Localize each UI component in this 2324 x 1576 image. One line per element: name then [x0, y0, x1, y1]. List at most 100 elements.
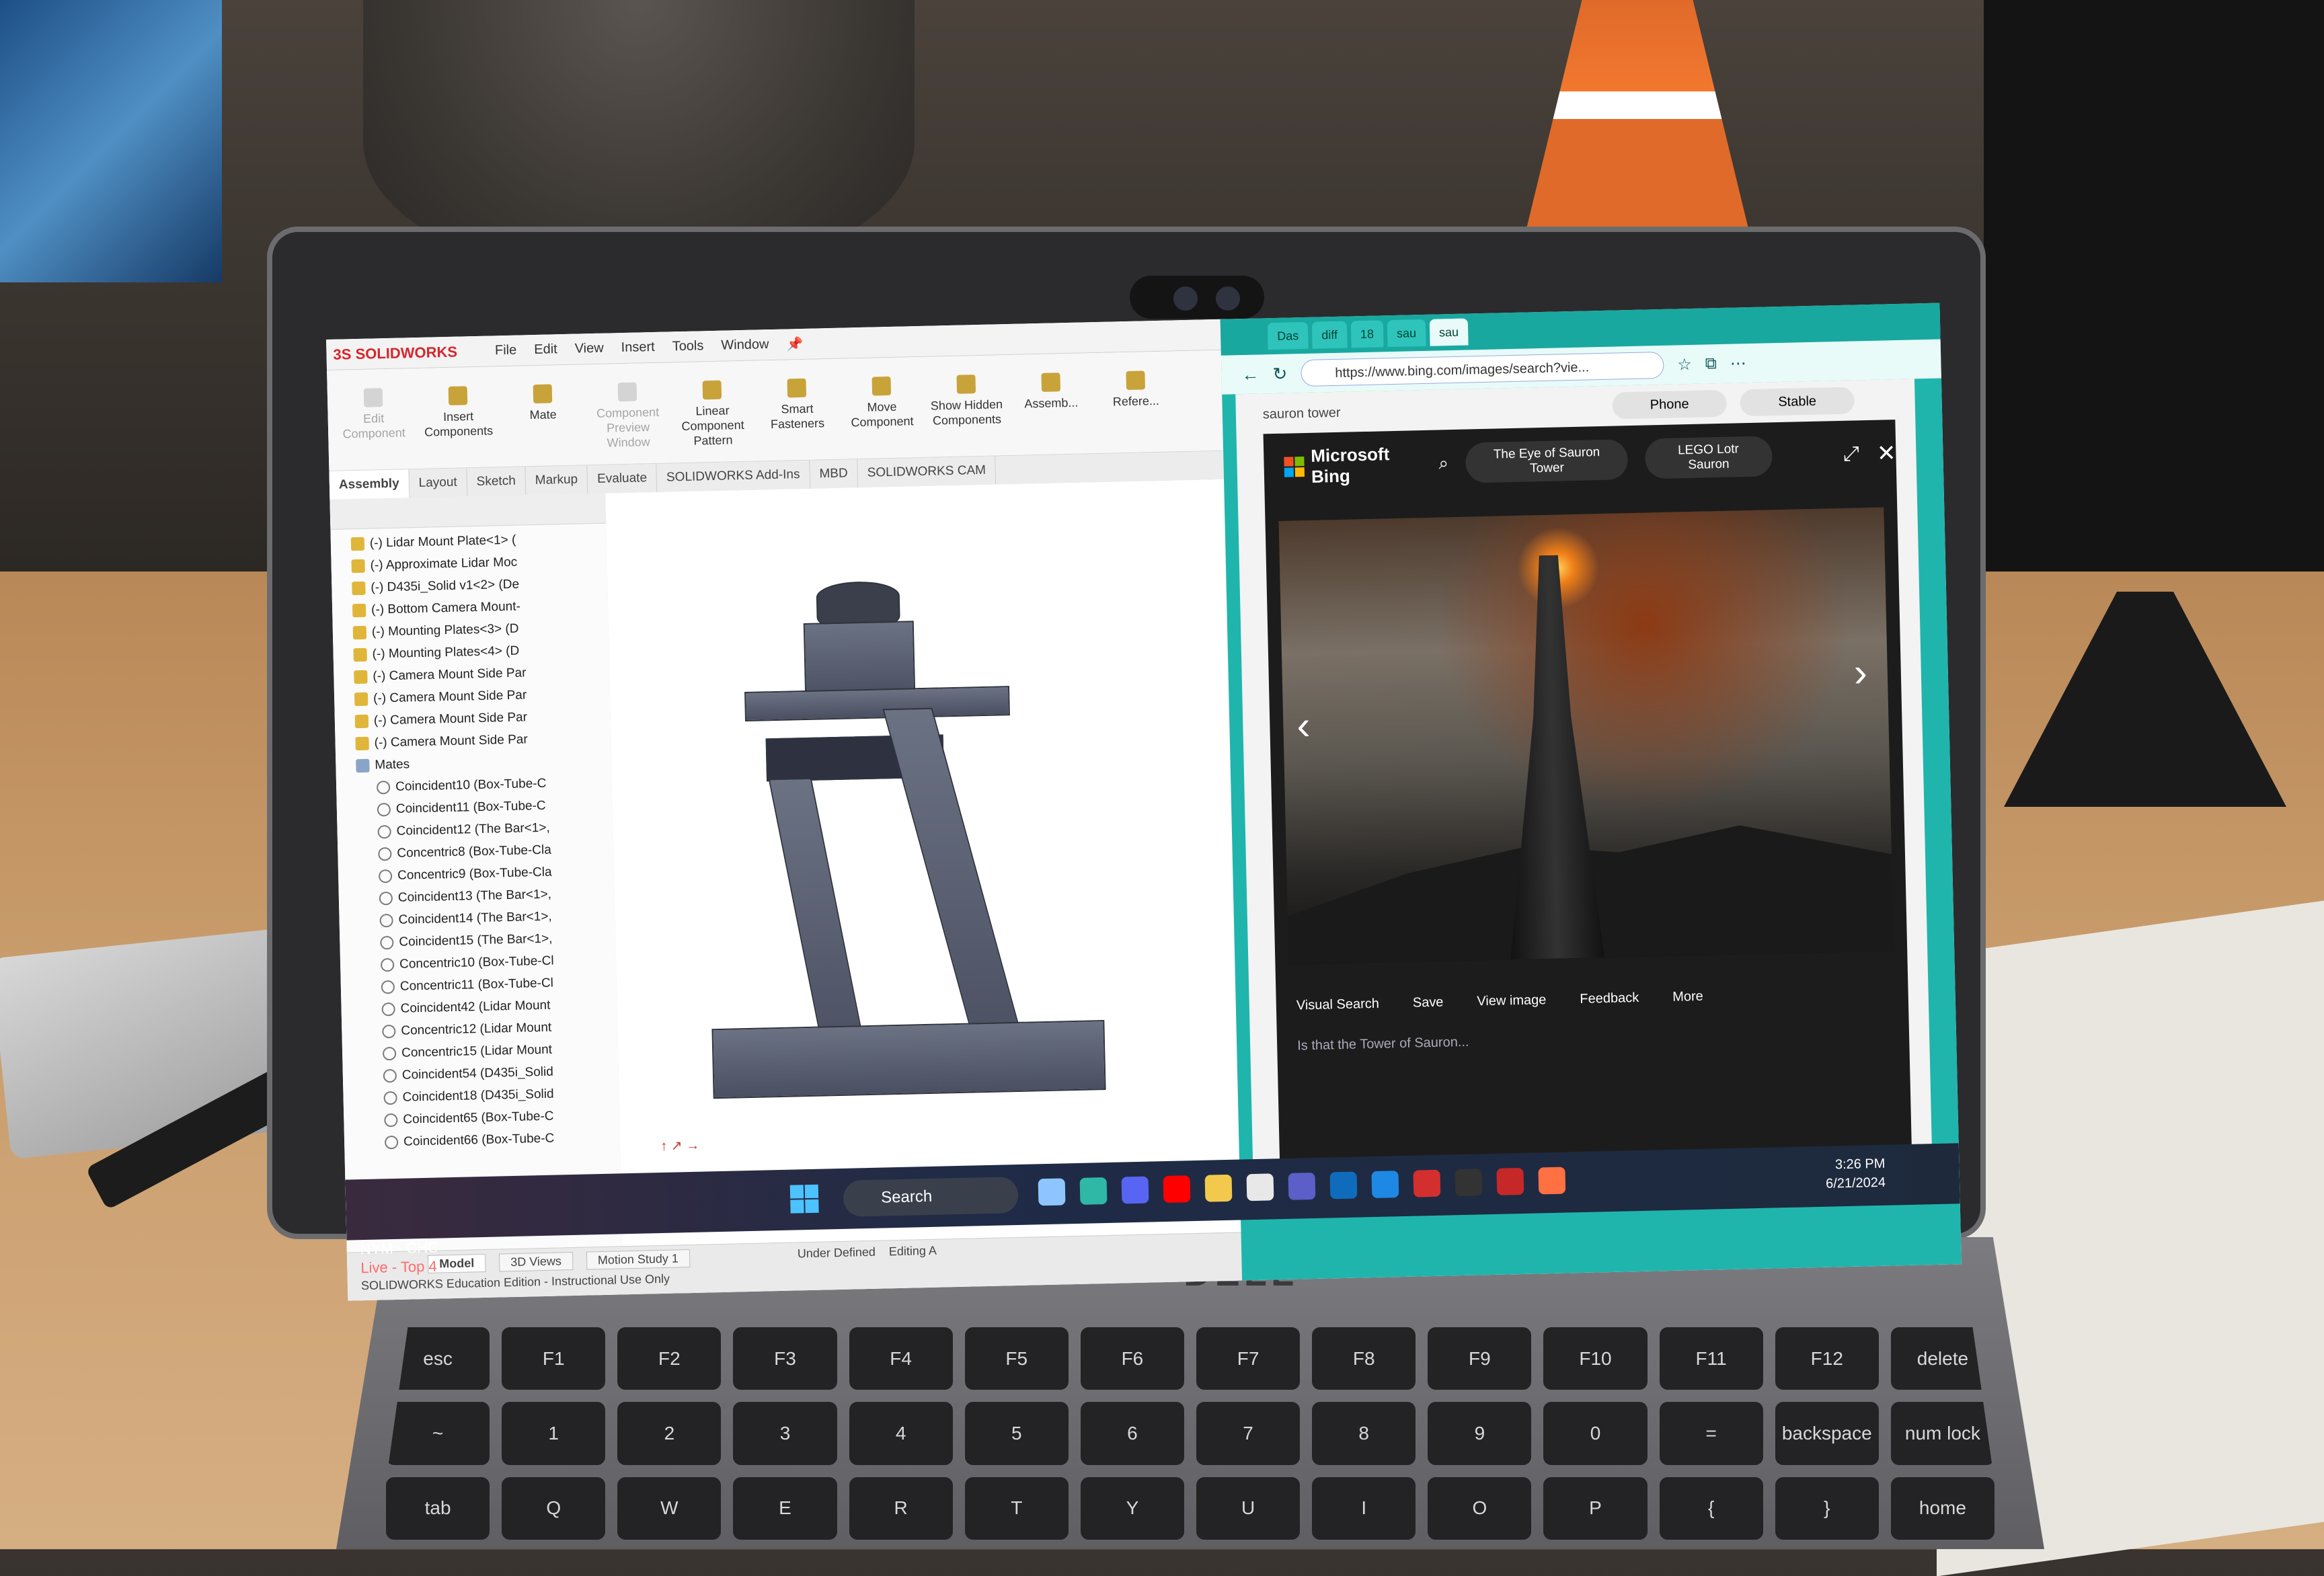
- ribbon-button[interactable]: Mate: [502, 383, 585, 467]
- search-icon[interactable]: ⌕: [1438, 452, 1448, 474]
- menu-tools[interactable]: Tools: [672, 338, 703, 354]
- tab-command-manager[interactable]: SOLIDWORKS CAM: [857, 456, 997, 488]
- tab-command-manager[interactable]: Assembly: [329, 469, 410, 500]
- graphics-area[interactable]: ↑ ↗ →: [605, 479, 1241, 1247]
- tab-command-manager[interactable]: Markup: [525, 465, 588, 496]
- more-button[interactable]: More: [1672, 989, 1703, 1005]
- taskbar-search[interactable]: Search: [843, 1176, 1019, 1217]
- youtube-icon[interactable]: [1163, 1175, 1191, 1204]
- taskbar-clock[interactable]: 3:26 PM 6/21/2024: [1825, 1154, 1886, 1193]
- menu-edit[interactable]: Edit: [534, 342, 557, 358]
- keyboard-key: 5: [964, 1402, 1069, 1465]
- favorite-star-icon[interactable]: ☆: [1677, 354, 1692, 374]
- related-chip-eye[interactable]: The Eye of Sauron Tower: [1465, 439, 1629, 483]
- app-icon-2[interactable]: [1538, 1167, 1566, 1195]
- pin-icon[interactable]: 📌: [786, 336, 803, 353]
- menu-window[interactable]: Window: [721, 337, 769, 354]
- sauron-tower-image[interactable]: [1278, 507, 1894, 965]
- browser-tab[interactable]: 18: [1350, 320, 1384, 348]
- menu-insert[interactable]: Insert: [621, 340, 655, 356]
- windows-start-icon[interactable]: [789, 1184, 821, 1216]
- chevron-right-icon[interactable]: ›: [1853, 649, 1868, 695]
- calendar-icon[interactable]: [1246, 1173, 1274, 1201]
- ribbon-button[interactable]: Insert Components: [418, 385, 500, 469]
- tab-command-manager[interactable]: Evaluate: [587, 463, 658, 494]
- ribbon-button[interactable]: Show Hidden Components: [925, 374, 1008, 457]
- feedback-button[interactable]: Feedback: [1580, 990, 1639, 1007]
- keyboard-key: 3: [733, 1402, 837, 1465]
- tree-item-label: (-) Mounting Plates<4> (D: [372, 643, 520, 662]
- ribbon-button[interactable]: Component Preview Window: [587, 382, 670, 465]
- more-icon[interactable]: ⋯: [1730, 354, 1746, 374]
- ribbon-button[interactable]: Refere...: [1095, 370, 1177, 453]
- teams-icon[interactable]: [1288, 1172, 1316, 1200]
- browser-tab[interactable]: diff: [1311, 321, 1348, 349]
- chevron-left-icon[interactable]: ‹: [1296, 702, 1311, 748]
- tab-command-manager[interactable]: Layout: [409, 468, 468, 498]
- ribbon-button[interactable]: Move Component: [841, 376, 923, 459]
- ribbon-button[interactable]: Edit Component: [333, 387, 416, 471]
- refresh-icon[interactable]: ↻: [1272, 363, 1287, 384]
- chip-phone[interactable]: Phone: [1612, 389, 1728, 420]
- view-image-button[interactable]: View image: [1477, 992, 1547, 1009]
- visual-search-button[interactable]: Visual Search: [1296, 996, 1380, 1014]
- tree-item-label: Concentric11 (Box-Tube-Cl: [399, 976, 554, 994]
- keyboard: esc F1 F2 F3 F4 F5 F6 F7 F8 F9 F10 F11 F12 delete ~1 2 3…: [377, 1318, 2004, 1549]
- tree-item-label: (-) Bottom Camera Mount-: [371, 599, 521, 617]
- save-button[interactable]: Save: [1413, 995, 1444, 1011]
- clock-time: 3:26 PM: [1834, 1156, 1886, 1173]
- keyboard-key: 1: [502, 1402, 606, 1465]
- tree-item-label: (-) Approximate Lidar Moc: [370, 555, 518, 573]
- close-icon[interactable]: ✕: [1876, 440, 1896, 467]
- ribbon-button-label: Smart Fasteners: [770, 401, 825, 432]
- browser-tab[interactable]: sau: [1387, 319, 1426, 348]
- mate-icon: [377, 802, 391, 816]
- edge-icon[interactable]: [1079, 1177, 1108, 1205]
- related-chip-lego[interactable]: LEGO Lotr Sauron: [1644, 436, 1773, 479]
- ribbon-tool-icon: [533, 384, 553, 404]
- keyboard-key: U: [1196, 1476, 1301, 1540]
- ribbon-button[interactable]: Assemb...: [1010, 372, 1093, 455]
- task-view-icon[interactable]: [1038, 1178, 1066, 1206]
- solidworks-taskbar-icon[interactable]: [1496, 1167, 1524, 1195]
- tab-command-manager[interactable]: MBD: [810, 459, 859, 489]
- extensions-icon[interactable]: ⧉: [1705, 354, 1717, 373]
- bing-logo[interactable]: Microsoft Bing: [1284, 443, 1422, 488]
- model-side-plate-right[interactable]: [882, 707, 1028, 1060]
- bing-search-query[interactable]: sauron tower: [1263, 405, 1341, 423]
- keyboard-key: F9: [1428, 1327, 1532, 1390]
- ribbon-tool-icon: [956, 375, 976, 394]
- model-side-plate-left[interactable]: [768, 777, 868, 1063]
- tree-item-label: (-) Camera Mount Side Par: [374, 732, 528, 750]
- file-explorer-icon[interactable]: [1204, 1174, 1233, 1202]
- app-icon[interactable]: [1371, 1171, 1399, 1199]
- outlook-icon[interactable]: [1329, 1171, 1358, 1199]
- tab-command-manager[interactable]: Sketch: [467, 467, 527, 497]
- menu-file[interactable]: File: [495, 343, 517, 359]
- back-icon[interactable]: ←: [1241, 364, 1260, 385]
- news-widget[interactable]: NYM - CHC Live - Top 4: [360, 1238, 438, 1278]
- model-box-tube[interactable]: [711, 1020, 1106, 1099]
- keyboard-key: F1: [502, 1327, 606, 1390]
- tab-motion-study[interactable]: Motion Study 1: [586, 1249, 691, 1270]
- browser-tab[interactable]: Das: [1267, 321, 1309, 350]
- keyboard-key: 8: [1312, 1402, 1416, 1465]
- url-input[interactable]: https://www.bing.com/images/search?vie..…: [1300, 351, 1664, 387]
- ribbon-button[interactable]: Linear Component Pattern: [672, 380, 754, 463]
- expand-icon[interactable]: ⤢: [1843, 442, 1860, 466]
- tree-item-label: Coincident65 (Box-Tube-C: [403, 1109, 554, 1127]
- tab-3d-views[interactable]: 3D Views: [498, 1252, 574, 1272]
- browser-tab[interactable]: sau: [1429, 318, 1469, 346]
- amazon-icon[interactable]: [1455, 1169, 1483, 1197]
- menu-view[interactable]: View: [574, 341, 604, 357]
- ribbon-button[interactable]: Smart Fasteners: [757, 378, 839, 461]
- tree-item-label: Coincident12 (The Bar<1>,: [396, 820, 550, 838]
- tree-item-label: Coincident15 (The Bar<1>,: [399, 931, 553, 949]
- chip-stable[interactable]: Stable: [1740, 387, 1855, 417]
- tab-command-manager[interactable]: SOLIDWORKS Add-Ins: [656, 460, 810, 492]
- acrobat-icon[interactable]: [1413, 1169, 1441, 1197]
- discord-icon[interactable]: [1121, 1176, 1149, 1204]
- image-caption[interactable]: Is that the Tower of Sauron...: [1297, 1035, 1469, 1054]
- model-top-plate[interactable]: [744, 686, 1010, 722]
- keyboard-key: backspace: [1775, 1402, 1879, 1465]
